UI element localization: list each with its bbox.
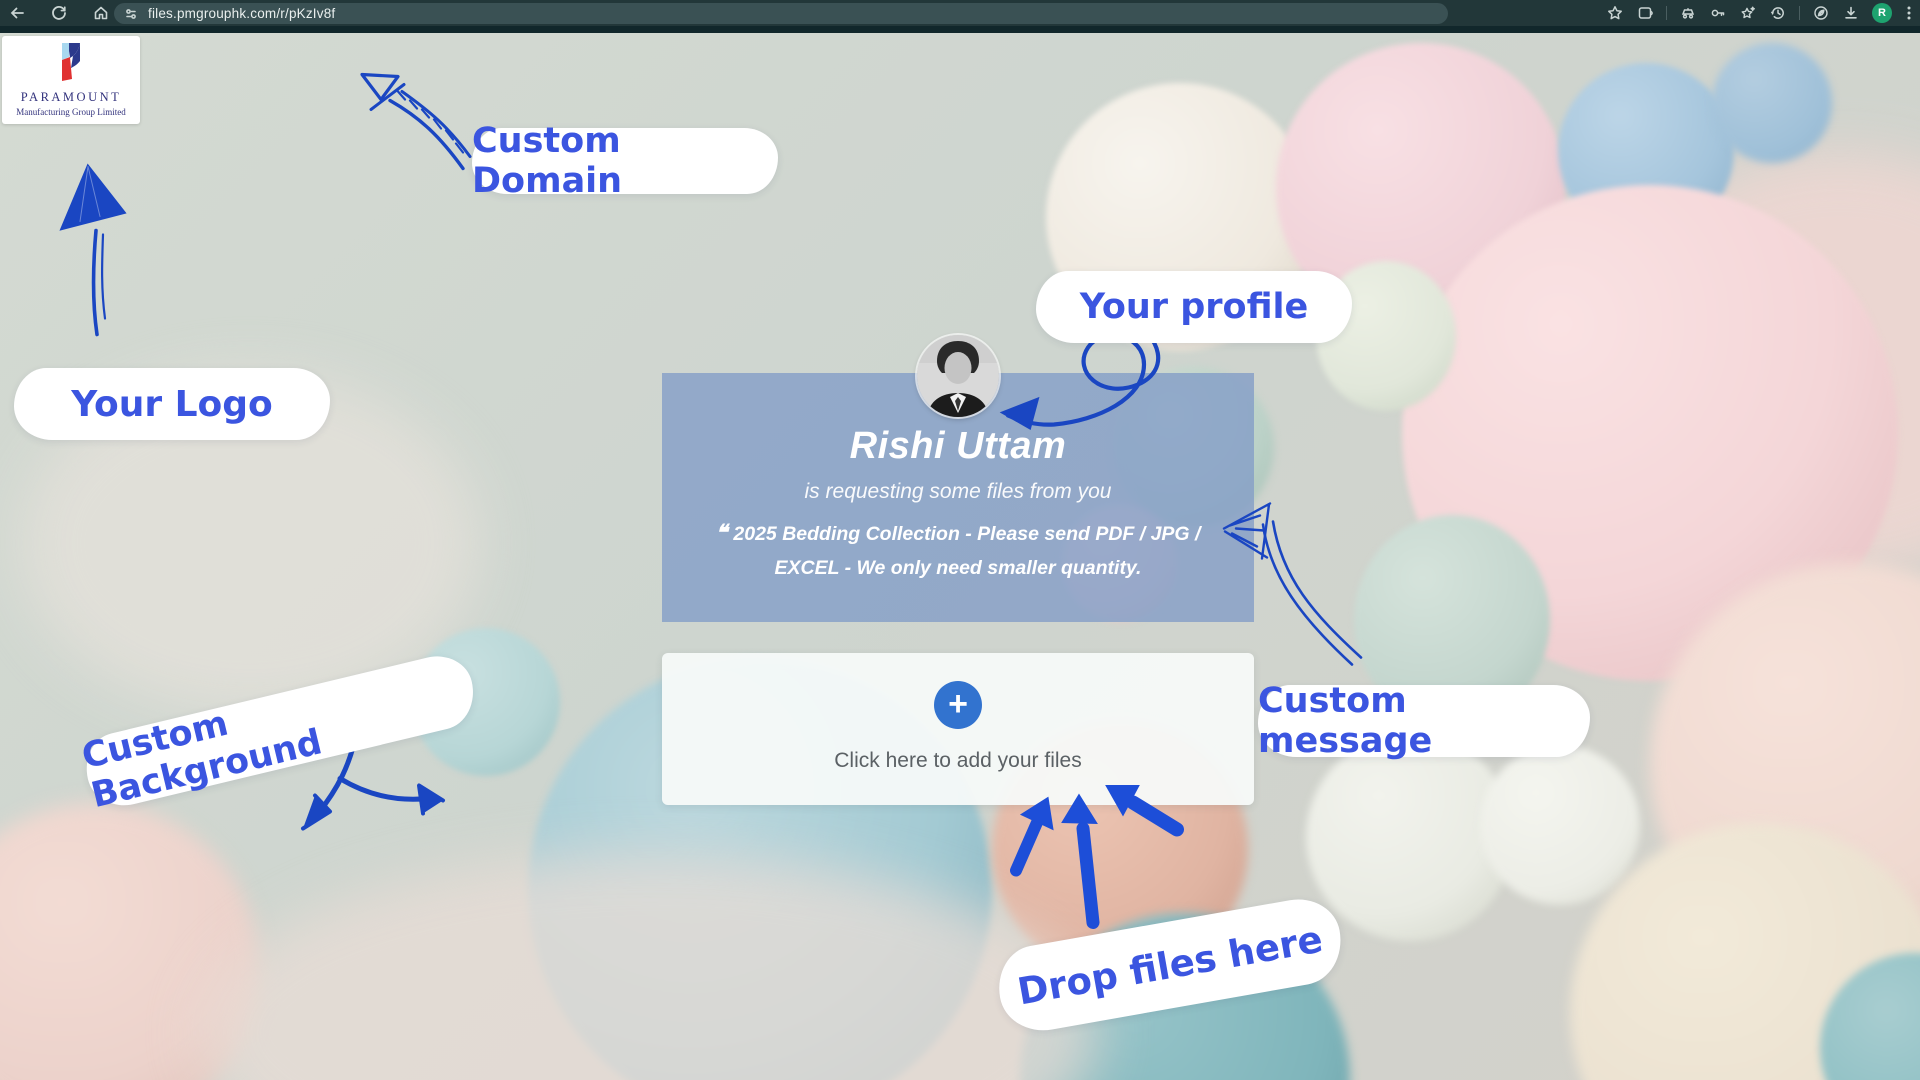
performance-leaf-icon[interactable] (1806, 0, 1836, 26)
home-icon[interactable] (86, 0, 116, 26)
request-message: ❝2025 Bedding Collection - Please send P… (708, 516, 1208, 585)
reload-icon[interactable] (44, 0, 74, 26)
paramount-logo-icon (49, 41, 93, 88)
avatar (917, 335, 999, 417)
upload-label: Click here to add your files (662, 749, 1254, 773)
custom-domain-arrow (362, 75, 470, 169)
upload-dropzone[interactable]: + Click here to add your files (662, 653, 1254, 805)
annotation-your-logo: Your Logo (14, 368, 330, 440)
annotation-custom-message: Custom message (1258, 685, 1590, 757)
request-subtitle: is requesting some files from you (662, 480, 1254, 504)
plus-icon: + (948, 687, 968, 721)
screen: files.pmgrouphk.com/r/pKzIv8f (0, 0, 1920, 1080)
extensions-icon[interactable] (1630, 0, 1660, 26)
extension-rover-icon[interactable] (1673, 0, 1703, 26)
annotation-your-profile: Your profile (1036, 271, 1352, 343)
requester-name: Rishi Uttam (662, 425, 1254, 468)
toolbar-separator (1799, 6, 1800, 20)
add-files-button[interactable]: + (934, 681, 982, 729)
annotation-custom-domain: Custom Domain (472, 128, 778, 194)
your-logo-arrow (62, 167, 124, 335)
toolbar-edge (0, 26, 1920, 33)
kebab-menu-icon[interactable] (1898, 0, 1920, 26)
url-text[interactable]: files.pmgrouphk.com/r/pKzIv8f (148, 6, 335, 21)
back-icon[interactable] (2, 0, 32, 26)
url-bar[interactable]: files.pmgrouphk.com/r/pKzIv8f (114, 3, 1448, 24)
file-request-page: PARAMOUNT Manufacturing Group Limited Ri… (0, 33, 1920, 1080)
browser-toolbar: files.pmgrouphk.com/r/pKzIv8f (0, 0, 1920, 26)
sparkle-star-icon[interactable] (1733, 0, 1763, 26)
quote-icon: ❝ (716, 520, 728, 545)
bookmark-star-icon[interactable] (1600, 0, 1630, 26)
company-logo: PARAMOUNT Manufacturing Group Limited (2, 36, 140, 124)
company-name: PARAMOUNT (21, 90, 122, 105)
file-request-card: Rishi Uttam is requesting some files fro… (662, 373, 1254, 622)
password-key-icon[interactable] (1703, 0, 1733, 26)
company-subtitle: Manufacturing Group Limited (16, 107, 125, 117)
toolbar-actions: R (1600, 0, 1920, 26)
downloads-icon[interactable] (1836, 0, 1866, 26)
toolbar-separator (1666, 6, 1667, 20)
request-message-text: 2025 Bedding Collection - Please send PD… (733, 523, 1200, 579)
history-icon[interactable] (1763, 0, 1793, 26)
browser-profile-chip[interactable]: R (1872, 3, 1892, 23)
site-info-icon[interactable] (124, 7, 138, 21)
